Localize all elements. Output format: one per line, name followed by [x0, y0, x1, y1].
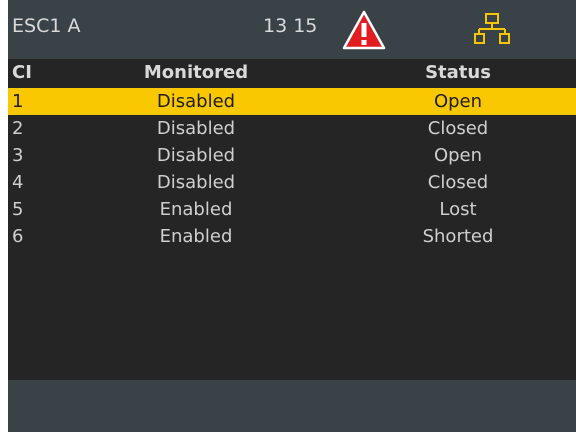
ci-number: 5 — [12, 199, 24, 220]
table-row[interactable]: 3 Disabled Open — [8, 142, 576, 169]
table-row[interactable]: 1 Disabled Open — [8, 88, 576, 115]
network-icon[interactable] — [474, 12, 510, 46]
monitored-value: Disabled — [156, 145, 236, 166]
column-header-monitored: Monitored — [143, 62, 249, 83]
header-bar: ESC1 A 13 15 — [8, 0, 576, 59]
table-row[interactable]: 2 Disabled Closed — [8, 115, 576, 142]
channel-list: 1 Disabled Open 2 Disabled Closed 3 Disa… — [8, 88, 576, 250]
ci-number: 4 — [12, 172, 24, 193]
table-row[interactable]: 6 Enabled Shorted — [8, 223, 576, 250]
ci-number: 3 — [12, 145, 24, 166]
warning-triangle-icon[interactable] — [342, 10, 386, 50]
column-header-ci: CI — [12, 62, 32, 83]
status-value: Shorted — [422, 226, 494, 247]
status-value: Open — [433, 145, 483, 166]
device-display: ESC1 A 13 15 CI Monitored Status 1 Disab… — [8, 0, 576, 432]
monitored-value: Disabled — [156, 91, 236, 112]
ci-number: 2 — [12, 118, 24, 139]
clock: 13 15 — [263, 15, 318, 37]
table-row[interactable]: 4 Disabled Closed — [8, 169, 576, 196]
monitored-value: Disabled — [156, 172, 236, 193]
footer-bar — [8, 380, 576, 432]
monitored-value: Disabled — [156, 118, 236, 139]
table-header: CI Monitored Status — [8, 59, 576, 87]
ci-number: 1 — [12, 91, 24, 112]
table-row[interactable]: 5 Enabled Lost — [8, 196, 576, 223]
status-value: Closed — [427, 172, 489, 193]
ci-number: 6 — [12, 226, 24, 247]
monitored-value: Enabled — [159, 199, 233, 220]
page-title: ESC1 A — [12, 15, 81, 37]
column-header-status: Status — [425, 62, 491, 83]
status-value: Open — [433, 91, 483, 112]
monitored-value: Enabled — [159, 226, 233, 247]
status-value: Lost — [439, 199, 477, 220]
status-value: Closed — [427, 118, 489, 139]
screen: ESC1 A 13 15 CI Monitored Status 1 Disab… — [0, 0, 576, 432]
